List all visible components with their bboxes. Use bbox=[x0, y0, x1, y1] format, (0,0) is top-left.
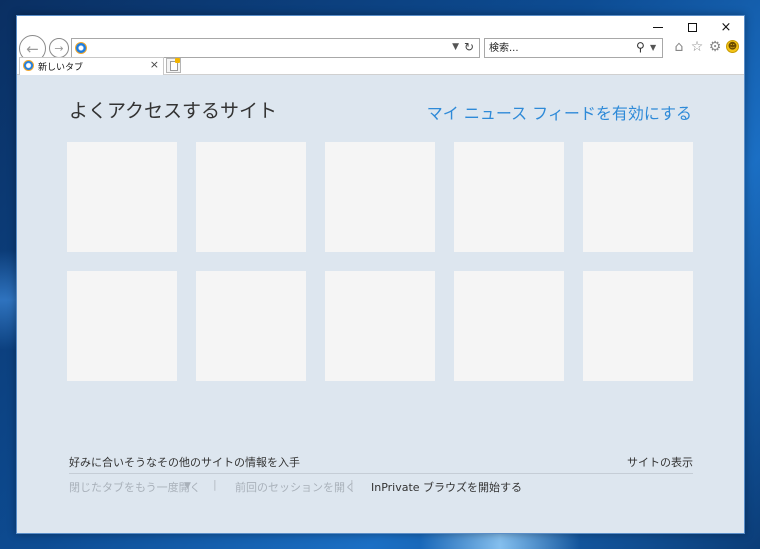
new-tab-page: よくアクセスするサイト マイ ニュース フィードを有効にする 好みに合いそうなそ… bbox=[17, 75, 744, 533]
site-tile[interactable] bbox=[67, 271, 177, 381]
tab-new-tab[interactable]: 新しいタブ × bbox=[19, 57, 164, 75]
search-dropdown-icon[interactable]: ▼ bbox=[650, 43, 656, 52]
site-tile[interactable] bbox=[583, 142, 693, 252]
chevron-down-icon[interactable]: ▼ bbox=[184, 481, 191, 491]
more-sites-info-text[interactable]: 好みに合いそうなその他のサイトの情報を入手 bbox=[69, 454, 300, 470]
start-inprivate-link[interactable]: InPrivate ブラウズを開始する bbox=[371, 479, 522, 495]
site-tile[interactable] bbox=[454, 142, 564, 252]
tab-label: 新しいタブ bbox=[38, 63, 84, 73]
minimize-button[interactable] bbox=[641, 16, 675, 38]
smiley-icon[interactable]: ☻ bbox=[726, 40, 739, 53]
tab-close-icon[interactable]: × bbox=[150, 58, 159, 71]
footer-divider bbox=[69, 473, 693, 474]
ie-page-icon bbox=[75, 42, 87, 54]
site-tile[interactable] bbox=[196, 142, 306, 252]
site-tile[interactable] bbox=[196, 271, 306, 381]
site-tile[interactable] bbox=[583, 271, 693, 381]
search-input[interactable] bbox=[489, 41, 629, 55]
close-button[interactable]: × bbox=[709, 16, 743, 38]
new-tab-button[interactable] bbox=[166, 58, 181, 73]
separator: | bbox=[350, 478, 354, 491]
star-icon[interactable]: ☆ bbox=[689, 38, 705, 56]
site-tile[interactable] bbox=[325, 271, 435, 381]
forward-button[interactable]: → bbox=[49, 38, 69, 58]
reopen-last-session-link[interactable]: 前回のセッションを開く bbox=[235, 479, 356, 495]
show-sites-link[interactable]: サイトの表示 bbox=[627, 454, 693, 470]
minimize-icon bbox=[653, 26, 663, 28]
reopen-closed-tabs-link[interactable]: 閉じたタブをもう一度開く bbox=[69, 479, 201, 495]
search-box[interactable]: ⚲ ▼ bbox=[484, 38, 663, 58]
maximize-button[interactable] bbox=[675, 16, 709, 38]
page-title: よくアクセスするサイト bbox=[69, 100, 278, 122]
gear-icon[interactable]: ⚙ bbox=[707, 38, 723, 56]
title-bar: × bbox=[17, 16, 744, 38]
browser-window: × ← → ▼ ↻ ⚲ ▼ ⌂ ☆ ⚙ ☻ 新しいタブ × bbox=[16, 15, 745, 534]
maximize-icon bbox=[687, 22, 697, 32]
ie-tab-icon bbox=[23, 60, 34, 71]
separator: | bbox=[213, 478, 217, 491]
site-tile[interactable] bbox=[67, 142, 177, 252]
close-icon: × bbox=[720, 19, 732, 35]
forward-arrow-icon: → bbox=[54, 41, 64, 55]
refresh-icon[interactable]: ↻ bbox=[464, 40, 474, 54]
address-bar[interactable]: ▼ ↻ bbox=[71, 38, 480, 58]
enable-news-feed-link[interactable]: マイ ニュース フィードを有効にする bbox=[427, 100, 692, 124]
tab-bar: 新しいタブ × bbox=[17, 57, 744, 75]
new-tab-sparkle-icon bbox=[175, 58, 180, 63]
home-icon[interactable]: ⌂ bbox=[671, 38, 687, 56]
address-dropdown-icon[interactable]: ▼ bbox=[452, 42, 459, 52]
site-tile[interactable] bbox=[454, 271, 564, 381]
site-tile[interactable] bbox=[325, 142, 435, 252]
search-icon[interactable]: ⚲ bbox=[636, 40, 645, 54]
back-arrow-icon: ← bbox=[26, 39, 39, 58]
